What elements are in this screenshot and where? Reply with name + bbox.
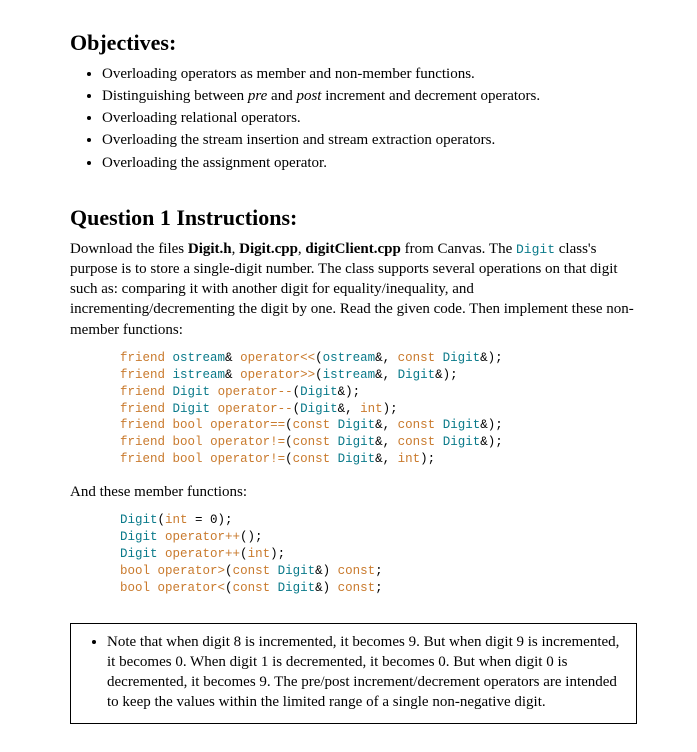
class-name-code: Digit (516, 242, 555, 257)
member-functions-code: Digit(int = 0); Digit operator++(); Digi… (120, 512, 637, 596)
objective-item: Overloading operators as member and non-… (102, 64, 637, 84)
file-name: digitClient.cpp (305, 241, 400, 257)
note-box: Note that when digit 8 is incremented, i… (70, 623, 637, 724)
emphasis-pre: pre (248, 88, 267, 104)
emphasis-post: post (296, 88, 321, 104)
text: Download the files (70, 241, 188, 257)
member-functions-intro: And these member functions: (70, 482, 637, 502)
file-name: Digit.h (188, 241, 232, 257)
text: increment and decrement operators. (321, 88, 540, 104)
objective-item: Distinguishing between pre and post incr… (102, 86, 637, 106)
note-text: Note that when digit 8 is incremented, i… (107, 632, 626, 713)
objectives-list: Overloading operators as member and non-… (70, 64, 637, 173)
objective-item: Overloading the assignment operator. (102, 153, 637, 173)
question1-intro: Download the files Digit.h, Digit.cpp, d… (70, 239, 637, 340)
document-page: Objectives: Overloading operators as mem… (0, 0, 697, 752)
objectives-heading: Objectives: (70, 28, 637, 58)
file-name: Digit.cpp (239, 241, 298, 257)
text: Distinguishing between (102, 88, 248, 104)
nonmember-functions-code: friend ostream& operator<<(ostream&, con… (120, 350, 637, 468)
text: and (267, 88, 296, 104)
question1-heading: Question 1 Instructions: (70, 203, 637, 233)
objective-item: Overloading relational operators. (102, 108, 637, 128)
objective-item: Overloading the stream insertion and str… (102, 130, 637, 150)
text: from Canvas. The (401, 241, 516, 257)
